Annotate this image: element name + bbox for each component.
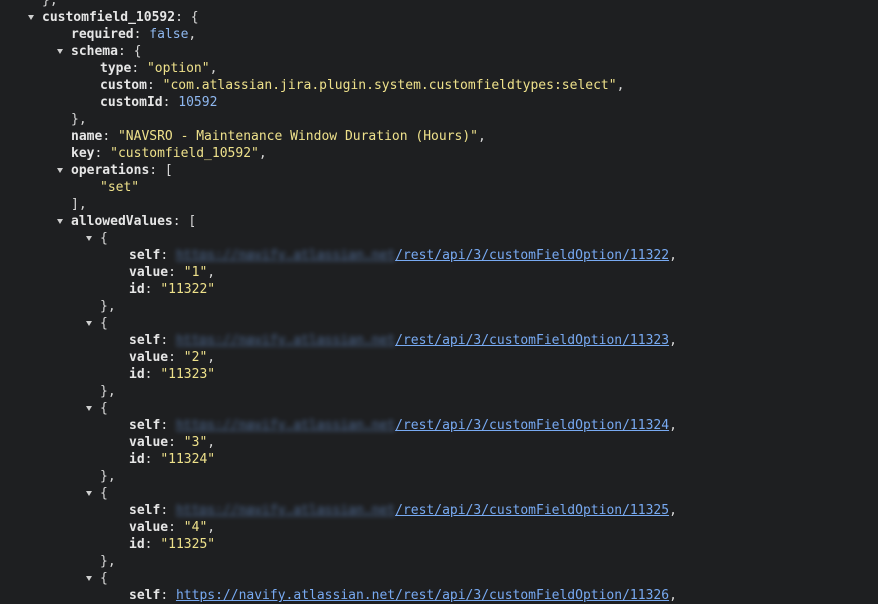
- json-string: "NAVSRO - Maintenance Window Duration (H…: [117, 129, 478, 144]
- json-string: "11325": [160, 537, 216, 552]
- redacted-host: https://navify.atlassian.net: [175, 418, 396, 433]
- json-line: id: "11325": [129, 537, 216, 552]
- json-key: customfield_10592: [42, 10, 176, 25]
- json-line: value: "4",: [129, 520, 216, 535]
- json-line: },: [100, 469, 116, 484]
- json-line: self: https://navify.atlassian.net/rest/…: [129, 418, 677, 433]
- json-line: allowedValues: [: [57, 214, 197, 229]
- json-line: self: https://navify.atlassian.net/rest/…: [129, 248, 677, 263]
- json-line: "set": [0, 179, 878, 196]
- json-key: allowedValues: [71, 214, 173, 229]
- json-string: "com.atlassian.jira.plugin.system.custom…: [162, 78, 617, 93]
- json-line: },: [71, 112, 87, 127]
- json-line: value: "2",: [129, 350, 216, 365]
- json-string: "11322": [160, 282, 216, 297]
- json-viewer: }, customfield_10592: { required: false,…: [0, 0, 878, 604]
- json-key: id: [129, 282, 145, 297]
- json-line: },: [100, 554, 116, 569]
- json-line: {: [86, 231, 108, 246]
- json-line: customId: 10592: [100, 95, 218, 110]
- json-line: schema: {: [57, 44, 142, 59]
- json-line: {: [86, 401, 108, 416]
- json-key: value: [129, 350, 169, 365]
- json-string: "customfield_10592": [110, 146, 259, 161]
- json-key: id: [129, 452, 145, 467]
- json-key: id: [129, 537, 145, 552]
- json-line: self: https://navify.atlassian.net/rest/…: [129, 503, 677, 518]
- json-key: schema: [71, 44, 118, 59]
- json-line: },: [42, 0, 58, 8]
- json-line: },: [100, 384, 116, 399]
- json-key: custom: [100, 78, 147, 93]
- json-line: self: https://navify.atlassian.net/rest/…: [129, 333, 677, 348]
- redacted-host: https://navify.atlassian.net: [175, 248, 396, 263]
- json-key: customId: [100, 95, 163, 110]
- json-key: self: [129, 333, 161, 348]
- json-line: custom: "com.atlassian.jira.plugin.syste…: [100, 78, 625, 93]
- json-number: 10592: [178, 95, 218, 110]
- json-line: type: "option",: [100, 61, 218, 76]
- json-line: ],: [71, 197, 87, 212]
- json-line: key: "customfield_10592",: [71, 146, 267, 161]
- json-line: id: "11322": [129, 282, 216, 297]
- json-string: "4": [183, 520, 208, 535]
- json-key: self: [129, 248, 161, 263]
- json-key: self: [129, 588, 161, 603]
- json-key: value: [129, 520, 169, 535]
- json-string: "3": [183, 435, 208, 450]
- json-line: value: "3",: [129, 435, 216, 450]
- json-key: name: [71, 129, 103, 144]
- json-key: key: [71, 146, 95, 161]
- json-line: {: [86, 316, 108, 331]
- self-link[interactable]: https://navify.atlassian.net/rest/api/3/…: [176, 588, 669, 603]
- json-string: "option": [146, 61, 210, 76]
- json-line: name: "NAVSRO - Maintenance Window Durat…: [71, 129, 486, 144]
- json-key: value: [129, 435, 169, 450]
- json-line: id: "11324": [129, 452, 216, 467]
- json-line: self: https://navify.atlassian.net/rest/…: [129, 588, 677, 603]
- json-line: customfield_10592: {: [28, 10, 199, 25]
- self-link[interactable]: /rest/api/3/customFieldOption/11323: [395, 333, 669, 348]
- json-line: },: [100, 299, 116, 314]
- json-line: required: false,: [71, 27, 197, 42]
- self-link[interactable]: /rest/api/3/customFieldOption/11324: [395, 418, 669, 433]
- json-string: "1": [183, 265, 208, 280]
- redacted-host: https://navify.atlassian.net: [175, 333, 396, 348]
- json-line: {: [86, 486, 108, 501]
- json-line: operations: [: [57, 163, 173, 178]
- json-key: id: [129, 367, 145, 382]
- json-string: "set": [100, 180, 140, 195]
- self-link[interactable]: /rest/api/3/customFieldOption/11322: [395, 248, 669, 263]
- redacted-host: https://navify.atlassian.net: [175, 503, 396, 518]
- json-key: required: [71, 27, 134, 42]
- json-line: id: "11323": [129, 367, 216, 382]
- json-string: "11324": [160, 452, 216, 467]
- json-key: self: [129, 503, 161, 518]
- json-key: type: [100, 61, 132, 76]
- json-line: value: "1",: [129, 265, 216, 280]
- json-line: {: [86, 571, 108, 586]
- json-key: value: [129, 265, 169, 280]
- self-link[interactable]: /rest/api/3/customFieldOption/11325: [395, 503, 669, 518]
- json-string: "11323": [160, 367, 216, 382]
- json-boolean: false: [149, 27, 189, 42]
- json-string: "2": [183, 350, 208, 365]
- json-key: operations: [71, 163, 150, 178]
- json-key: self: [129, 418, 161, 433]
